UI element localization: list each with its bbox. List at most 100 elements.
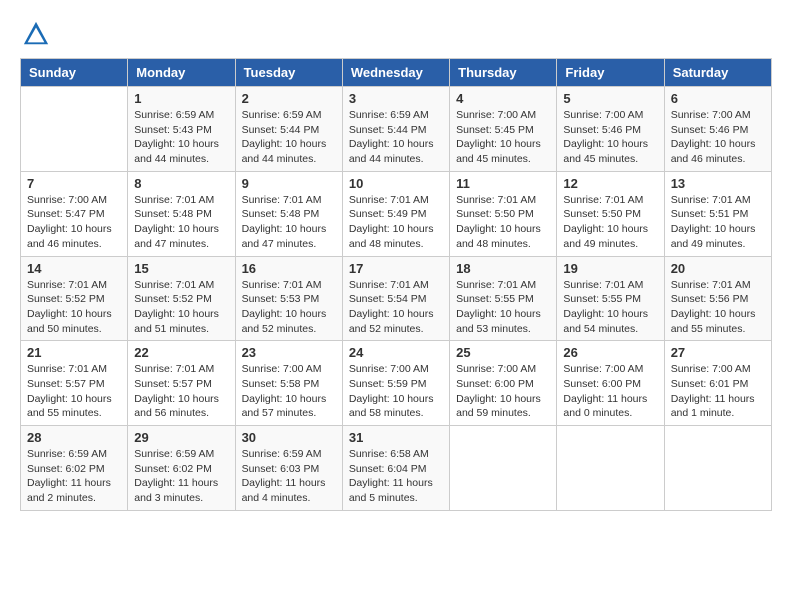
day-number: 29 (134, 430, 228, 445)
day-number: 15 (134, 261, 228, 276)
calendar-cell: 17 Sunrise: 7:01 AM Sunset: 5:54 PM Dayli… (342, 256, 449, 341)
header-day-saturday: Saturday (664, 59, 771, 87)
day-number: 16 (242, 261, 336, 276)
day-number: 12 (563, 176, 657, 191)
day-detail: Sunrise: 7:00 AM Sunset: 5:47 PM Dayligh… (27, 193, 121, 252)
calendar-week-row: 7 Sunrise: 7:00 AM Sunset: 5:47 PM Daylig… (21, 171, 772, 256)
day-detail: Sunrise: 6:59 AM Sunset: 6:02 PM Dayligh… (134, 447, 228, 506)
calendar-header-row: SundayMondayTuesdayWednesdayThursdayFrid… (21, 59, 772, 87)
day-detail: Sunrise: 6:59 AM Sunset: 6:03 PM Dayligh… (242, 447, 336, 506)
day-detail: Sunrise: 6:59 AM Sunset: 5:43 PM Dayligh… (134, 108, 228, 167)
calendar-week-row: 14 Sunrise: 7:01 AM Sunset: 5:52 PM Dayli… (21, 256, 772, 341)
day-number: 5 (563, 91, 657, 106)
calendar-cell (557, 426, 664, 511)
day-number: 1 (134, 91, 228, 106)
header-day-tuesday: Tuesday (235, 59, 342, 87)
day-number: 13 (671, 176, 765, 191)
day-number: 9 (242, 176, 336, 191)
day-detail: Sunrise: 7:00 AM Sunset: 6:00 PM Dayligh… (456, 362, 550, 421)
calendar-cell: 24 Sunrise: 7:00 AM Sunset: 5:59 PM Dayli… (342, 341, 449, 426)
day-number: 26 (563, 345, 657, 360)
calendar-cell: 10 Sunrise: 7:01 AM Sunset: 5:49 PM Dayli… (342, 171, 449, 256)
day-detail: Sunrise: 7:01 AM Sunset: 5:50 PM Dayligh… (563, 193, 657, 252)
calendar-week-row: 28 Sunrise: 6:59 AM Sunset: 6:02 PM Dayli… (21, 426, 772, 511)
day-detail: Sunrise: 7:01 AM Sunset: 5:54 PM Dayligh… (349, 278, 443, 337)
calendar-cell (21, 87, 128, 172)
calendar-cell: 22 Sunrise: 7:01 AM Sunset: 5:57 PM Dayli… (128, 341, 235, 426)
day-detail: Sunrise: 7:00 AM Sunset: 6:01 PM Dayligh… (671, 362, 765, 421)
day-number: 20 (671, 261, 765, 276)
day-detail: Sunrise: 7:01 AM Sunset: 5:57 PM Dayligh… (27, 362, 121, 421)
calendar-cell: 16 Sunrise: 7:01 AM Sunset: 5:53 PM Dayli… (235, 256, 342, 341)
calendar-cell: 1 Sunrise: 6:59 AM Sunset: 5:43 PM Daylig… (128, 87, 235, 172)
calendar-cell: 12 Sunrise: 7:01 AM Sunset: 5:50 PM Dayli… (557, 171, 664, 256)
day-detail: Sunrise: 7:00 AM Sunset: 5:46 PM Dayligh… (563, 108, 657, 167)
day-detail: Sunrise: 7:01 AM Sunset: 5:55 PM Dayligh… (456, 278, 550, 337)
day-number: 2 (242, 91, 336, 106)
calendar-table: SundayMondayTuesdayWednesdayThursdayFrid… (20, 58, 772, 511)
calendar-cell (664, 426, 771, 511)
calendar-cell: 28 Sunrise: 6:59 AM Sunset: 6:02 PM Dayli… (21, 426, 128, 511)
calendar-week-row: 1 Sunrise: 6:59 AM Sunset: 5:43 PM Daylig… (21, 87, 772, 172)
day-number: 18 (456, 261, 550, 276)
day-detail: Sunrise: 7:01 AM Sunset: 5:51 PM Dayligh… (671, 193, 765, 252)
calendar-cell: 21 Sunrise: 7:01 AM Sunset: 5:57 PM Dayli… (21, 341, 128, 426)
header-day-wednesday: Wednesday (342, 59, 449, 87)
day-number: 4 (456, 91, 550, 106)
calendar-week-row: 21 Sunrise: 7:01 AM Sunset: 5:57 PM Dayli… (21, 341, 772, 426)
calendar-cell: 14 Sunrise: 7:01 AM Sunset: 5:52 PM Dayli… (21, 256, 128, 341)
day-detail: Sunrise: 7:00 AM Sunset: 5:58 PM Dayligh… (242, 362, 336, 421)
day-detail: Sunrise: 7:01 AM Sunset: 5:53 PM Dayligh… (242, 278, 336, 337)
calendar-cell: 4Sunrise: 7:00 AM Sunset: 5:45 PM Daylig… (450, 87, 557, 172)
calendar-cell: 7 Sunrise: 7:00 AM Sunset: 5:47 PM Daylig… (21, 171, 128, 256)
day-detail: Sunrise: 7:01 AM Sunset: 5:52 PM Dayligh… (134, 278, 228, 337)
day-detail: Sunrise: 7:01 AM Sunset: 5:56 PM Dayligh… (671, 278, 765, 337)
calendar-cell: 11 Sunrise: 7:01 AM Sunset: 5:50 PM Dayli… (450, 171, 557, 256)
day-number: 22 (134, 345, 228, 360)
day-detail: Sunrise: 7:00 AM Sunset: 5:59 PM Dayligh… (349, 362, 443, 421)
day-number: 7 (27, 176, 121, 191)
day-detail: Sunrise: 7:01 AM Sunset: 5:50 PM Dayligh… (456, 193, 550, 252)
day-detail: Sunrise: 7:01 AM Sunset: 5:57 PM Dayligh… (134, 362, 228, 421)
calendar-cell: 25 Sunrise: 7:00 AM Sunset: 6:00 PM Dayli… (450, 341, 557, 426)
day-number: 24 (349, 345, 443, 360)
day-detail: Sunrise: 7:01 AM Sunset: 5:48 PM Dayligh… (134, 193, 228, 252)
calendar-cell: 2Sunrise: 6:59 AM Sunset: 5:44 PM Daylig… (235, 87, 342, 172)
day-number: 17 (349, 261, 443, 276)
day-detail: Sunrise: 7:01 AM Sunset: 5:48 PM Dayligh… (242, 193, 336, 252)
calendar-cell: 5 Sunrise: 7:00 AM Sunset: 5:46 PM Daylig… (557, 87, 664, 172)
calendar-cell: 26Sunrise: 7:00 AM Sunset: 6:00 PM Dayli… (557, 341, 664, 426)
calendar-cell: 13 Sunrise: 7:01 AM Sunset: 5:51 PM Dayli… (664, 171, 771, 256)
calendar-cell: 3Sunrise: 6:59 AM Sunset: 5:44 PM Daylig… (342, 87, 449, 172)
page-header (20, 20, 772, 48)
day-number: 3 (349, 91, 443, 106)
day-detail: Sunrise: 7:01 AM Sunset: 5:52 PM Dayligh… (27, 278, 121, 337)
day-number: 8 (134, 176, 228, 191)
calendar-cell (450, 426, 557, 511)
day-detail: Sunrise: 7:01 AM Sunset: 5:55 PM Dayligh… (563, 278, 657, 337)
day-detail: Sunrise: 6:58 AM Sunset: 6:04 PM Dayligh… (349, 447, 443, 506)
logo (20, 20, 50, 48)
calendar-cell: 18 Sunrise: 7:01 AM Sunset: 5:55 PM Dayli… (450, 256, 557, 341)
day-number: 6 (671, 91, 765, 106)
calendar-cell: 20 Sunrise: 7:01 AM Sunset: 5:56 PM Dayli… (664, 256, 771, 341)
header-day-friday: Friday (557, 59, 664, 87)
day-number: 11 (456, 176, 550, 191)
day-number: 30 (242, 430, 336, 445)
day-number: 28 (27, 430, 121, 445)
day-detail: Sunrise: 7:01 AM Sunset: 5:49 PM Dayligh… (349, 193, 443, 252)
header-day-thursday: Thursday (450, 59, 557, 87)
day-number: 25 (456, 345, 550, 360)
calendar-cell: 27 Sunrise: 7:00 AM Sunset: 6:01 PM Dayli… (664, 341, 771, 426)
day-detail: Sunrise: 6:59 AM Sunset: 6:02 PM Dayligh… (27, 447, 121, 506)
day-number: 14 (27, 261, 121, 276)
logo-icon (22, 20, 50, 48)
calendar-cell: 30 Sunrise: 6:59 AM Sunset: 6:03 PM Dayli… (235, 426, 342, 511)
calendar-cell: 31Sunrise: 6:58 AM Sunset: 6:04 PM Dayli… (342, 426, 449, 511)
header-day-sunday: Sunday (21, 59, 128, 87)
day-number: 21 (27, 345, 121, 360)
day-number: 10 (349, 176, 443, 191)
day-number: 27 (671, 345, 765, 360)
day-number: 23 (242, 345, 336, 360)
header-day-monday: Monday (128, 59, 235, 87)
